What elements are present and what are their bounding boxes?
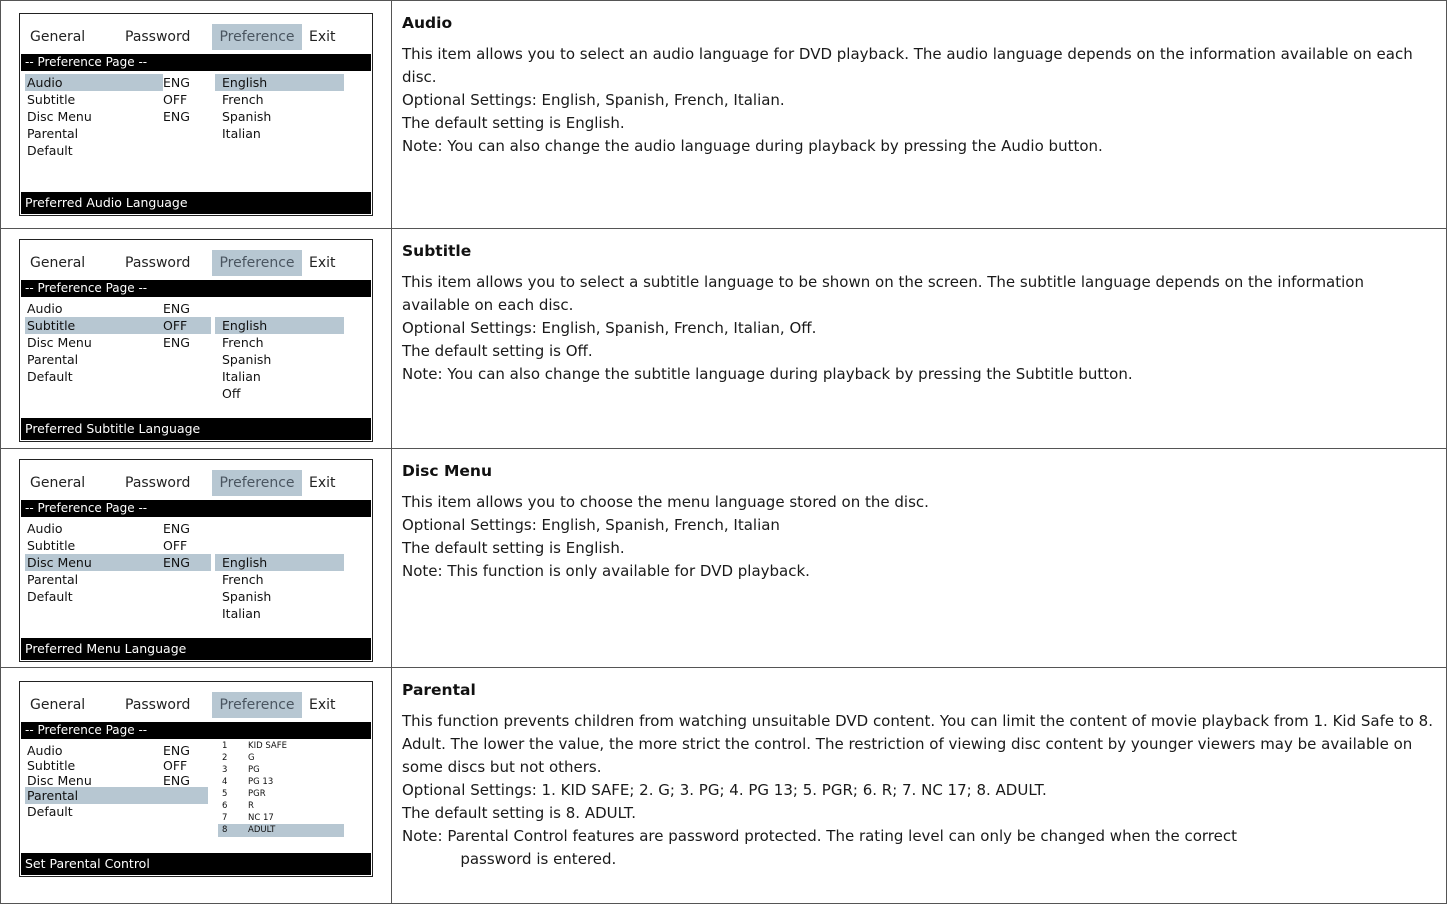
osd-tab-password: Password <box>125 697 191 713</box>
osd-menu-subtitle: General Password Preference Exit -- Pref… <box>19 239 373 442</box>
note-line-2: password is entered. <box>460 850 617 868</box>
menu-screenshot-cell: General Password Preference Exit -- Pref… <box>1 668 392 903</box>
description-cell: Parental This function prevents children… <box>392 668 1446 903</box>
description-text: This item allows you to choose the menu … <box>402 493 929 511</box>
menu-screenshot-cell: General Password Preference Exit -- Pref… <box>1 449 392 667</box>
osd-tab-password: Password <box>125 29 191 45</box>
osd-tab-password: Password <box>125 255 191 271</box>
osd-tab-bar: General Password Preference Exit <box>20 250 372 276</box>
menu-screenshot-cell: General Password Preference Exit -- Pref… <box>1 1 392 228</box>
description-cell: Disc Menu This item allows you to choose… <box>392 449 1446 667</box>
table-row-disc-menu: General Password Preference Exit -- Pref… <box>1 449 1446 668</box>
osd-option-english: English <box>215 554 344 571</box>
osd-tab-bar: General Password Preference Exit <box>20 470 372 496</box>
osd-option-italian: Italian <box>222 606 261 621</box>
osd-tab-general: General <box>30 29 86 45</box>
note-text: Note: You can also change the subtitle l… <box>402 365 1133 383</box>
default-setting-text: The default setting is English. <box>402 539 625 557</box>
description-cell: Subtitle This item allows you to select … <box>392 229 1446 448</box>
section-title-parental: Parental <box>402 681 476 699</box>
osd-page-label: -- Preference Page -- <box>21 54 371 71</box>
osd-tab-exit: Exit <box>309 697 336 713</box>
note-prefix: Note: <box>402 827 448 845</box>
osd-menu-disc-menu: General Password Preference Exit -- Pref… <box>19 459 373 662</box>
osd-tab-exit: Exit <box>309 255 336 271</box>
description-text: This item allows you to select an audio … <box>402 45 1413 86</box>
optional-settings-text: Optional Settings: English, Spanish, Fre… <box>402 319 817 337</box>
description-text: This function prevents children from wat… <box>402 712 1433 776</box>
optional-settings-text: Optional Settings: 1. KID SAFE; 2. G; 3.… <box>402 781 1047 799</box>
osd-option-french: French <box>222 92 264 107</box>
osd-tab-exit: Exit <box>309 475 336 491</box>
description-text: This item allows you to select a subtitl… <box>402 273 1364 314</box>
osd-option-french: French <box>222 572 264 587</box>
note-text: Note: You can also change the audio lang… <box>402 137 1103 155</box>
osd-option-spanish: Spanish <box>222 352 272 367</box>
optional-settings-text: Optional Settings: English, Spanish, Fre… <box>402 91 785 109</box>
osd-tab-preference: Preference <box>212 24 302 50</box>
osd-item-parental: Parental <box>25 787 208 804</box>
osd-tab-preference: Preference <box>212 470 302 496</box>
osd-tab-password: Password <box>125 475 191 491</box>
osd-option-italian: Italian <box>222 369 261 384</box>
optional-settings-text: Optional Settings: English, Spanish, Fre… <box>402 516 780 534</box>
osd-tab-bar: General Password Preference Exit <box>20 24 372 50</box>
osd-menu-parental: General Password Preference Exit -- Pref… <box>19 681 373 877</box>
osd-footer: Preferred Audio Language <box>21 192 371 214</box>
default-setting-text: The default setting is 8. ADULT. <box>402 804 637 822</box>
osd-option-spanish: Spanish <box>222 589 272 604</box>
section-title-audio: Audio <box>402 14 453 32</box>
description-cell: Audio This item allows you to select an … <box>392 1 1446 228</box>
osd-menu-audio: General Password Preference Exit -- Pref… <box>19 13 373 216</box>
note-line-1: Parental Control features are password p… <box>447 827 1237 845</box>
osd-rating-adult: 8 ADULT <box>218 824 344 837</box>
note-text: Note: Parental Control features are pass… <box>402 825 1436 871</box>
default-setting-text: The default setting is Off. <box>402 342 593 360</box>
osd-page-label: -- Preference Page -- <box>21 722 371 739</box>
osd-footer: Preferred Subtitle Language <box>21 418 371 440</box>
osd-page-label: -- Preference Page -- <box>21 280 371 297</box>
menu-screenshot-cell: General Password Preference Exit -- Pref… <box>1 229 392 448</box>
osd-tab-preference: Preference <box>212 250 302 276</box>
osd-page-label: -- Preference Page -- <box>21 500 371 517</box>
osd-option-english: English <box>215 74 344 91</box>
osd-tab-general: General <box>30 475 86 491</box>
osd-option-off: Off <box>222 386 241 401</box>
note-text: Note: This function is only available fo… <box>402 562 810 580</box>
table-row-audio: General Password Preference Exit -- Pref… <box>1 1 1446 229</box>
section-title-subtitle: Subtitle <box>402 242 472 260</box>
section-title-disc-menu: Disc Menu <box>402 462 492 480</box>
osd-option-french: French <box>222 335 264 350</box>
osd-item-audio: Audio ENG <box>25 74 190 91</box>
osd-tab-general: General <box>30 697 86 713</box>
default-setting-text: The default setting is English. <box>402 114 625 132</box>
osd-option-english: English <box>215 317 344 334</box>
osd-option-italian: Italian <box>222 126 261 141</box>
osd-item-subtitle: Subtitle OFF <box>25 317 211 334</box>
osd-option-spanish: Spanish <box>222 109 272 124</box>
osd-footer: Set Parental Control <box>21 853 371 875</box>
osd-tab-bar: General Password Preference Exit <box>20 692 372 718</box>
osd-item-disc-menu: Disc Menu ENG <box>25 554 211 571</box>
table-row-parental: General Password Preference Exit -- Pref… <box>1 668 1446 903</box>
osd-footer: Preferred Menu Language <box>21 638 371 660</box>
table-row-subtitle: General Password Preference Exit -- Pref… <box>1 229 1446 449</box>
settings-table: General Password Preference Exit -- Pref… <box>0 0 1447 904</box>
osd-tab-preference: Preference <box>212 692 302 718</box>
osd-tab-exit: Exit <box>309 29 336 45</box>
osd-tab-general: General <box>30 255 86 271</box>
